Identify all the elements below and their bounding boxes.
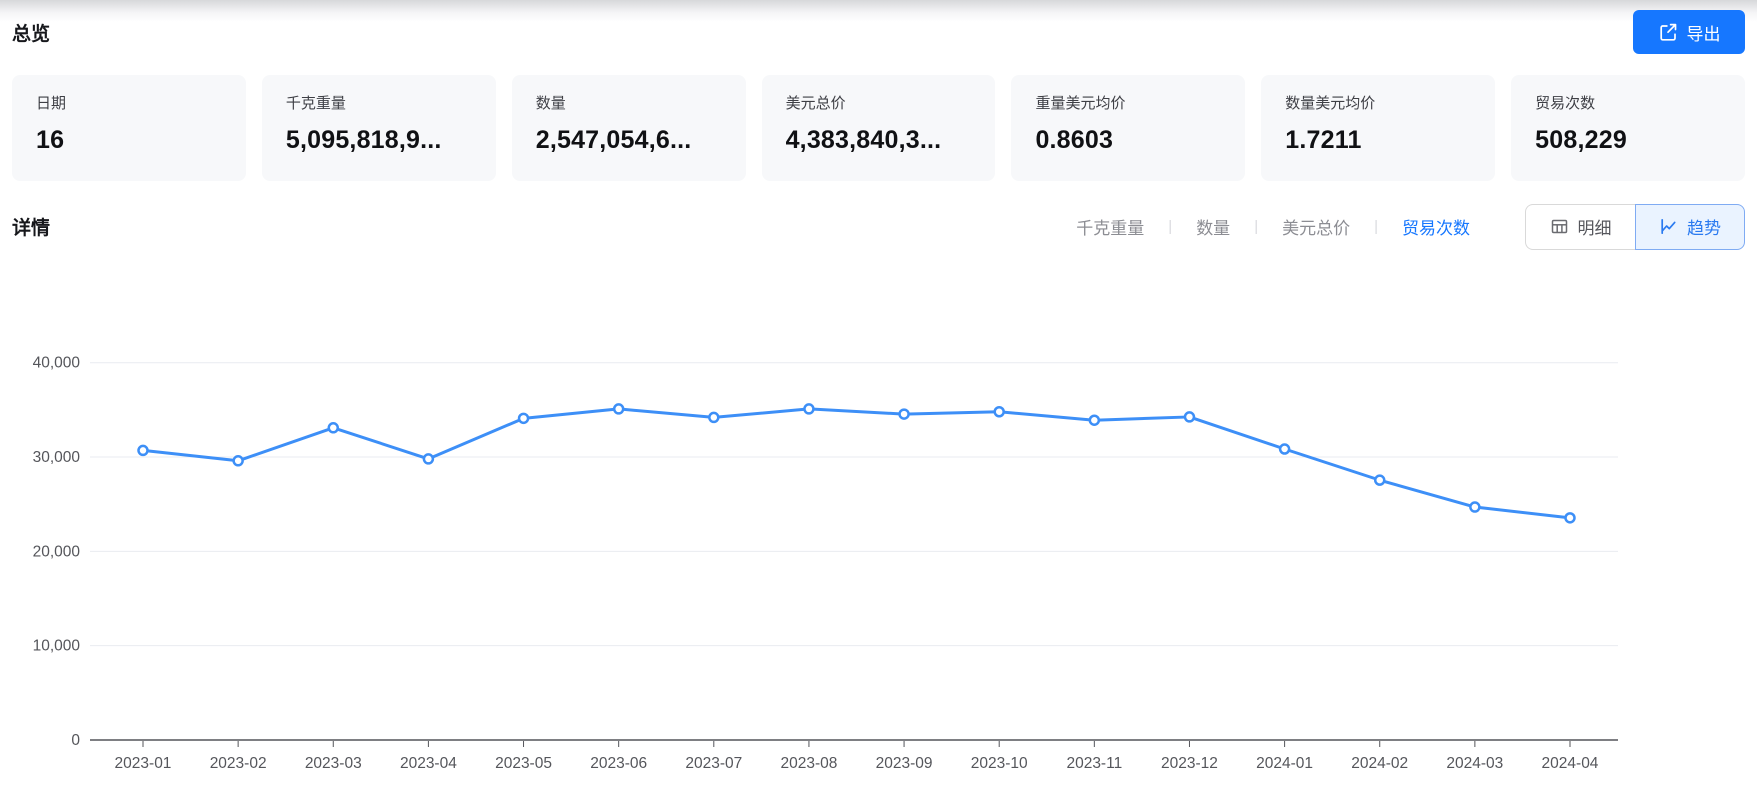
y-axis-label: 20,000 <box>33 543 81 560</box>
stat-card: 贸易次数 508,229 <box>1511 75 1745 181</box>
detail-header: 详情 千克重量 | 数量 | 美元总价 | 贸易次数 明细 <box>12 203 1745 250</box>
view-toggle-group: 明细 趋势 <box>1525 204 1745 250</box>
x-axis-label: 2023-10 <box>971 755 1028 772</box>
data-point <box>519 414 528 423</box>
data-point <box>614 404 623 413</box>
stat-card: 重量美元均价 0.8603 <box>1011 75 1245 181</box>
x-axis-label: 2024-01 <box>1256 755 1313 772</box>
x-axis-label: 2023-01 <box>115 755 172 772</box>
stat-card-label: 重量美元均价 <box>1035 92 1223 113</box>
stat-card-value: 1.7211 <box>1285 126 1473 155</box>
metric-tab-2[interactable]: 数量 <box>1196 214 1230 239</box>
y-axis-label: 40,000 <box>33 355 81 372</box>
x-axis-label: 2024-04 <box>1542 755 1599 772</box>
x-axis-label: 2023-12 <box>1161 755 1218 772</box>
data-point <box>139 446 148 455</box>
x-axis-label: 2023-04 <box>400 755 457 772</box>
stat-card: 数量美元均价 1.7211 <box>1261 75 1495 181</box>
data-point <box>1375 476 1384 485</box>
data-point <box>1566 513 1575 522</box>
y-axis-label: 0 <box>71 732 80 749</box>
export-icon <box>1658 22 1678 42</box>
page-header: 总览 导出 <box>0 0 1757 64</box>
trend-line <box>143 409 1570 518</box>
x-axis-label: 2023-05 <box>495 755 552 772</box>
trend-view-button[interactable]: 趋势 <box>1635 204 1745 250</box>
stat-card-label: 美元总价 <box>786 92 974 113</box>
export-button-label: 导出 <box>1687 20 1721 45</box>
page-title: 总览 <box>12 19 50 46</box>
y-axis-label: 30,000 <box>33 449 81 466</box>
detail-view-button[interactable]: 明细 <box>1525 204 1635 250</box>
stat-card: 千克重量 5,095,818,9... <box>262 75 496 181</box>
data-point <box>1470 503 1479 512</box>
stat-card-value: 2,547,054,6... <box>536 126 724 155</box>
line-chart-icon <box>1659 217 1678 236</box>
stat-card-label: 日期 <box>36 92 224 113</box>
stat-card-value: 4,383,840,3... <box>786 126 974 155</box>
x-axis-label: 2023-09 <box>876 755 933 772</box>
detail-title: 详情 <box>12 213 50 240</box>
data-point <box>900 410 909 419</box>
trend-line-chart: 0 10,000 20,000 30,000 40,000 2023-01 2023-02 2… <box>0 250 1757 781</box>
data-point <box>329 423 338 432</box>
metric-tab-separator: | <box>1374 218 1378 235</box>
data-point <box>234 456 243 465</box>
stat-card: 美元总价 4,383,840,3... <box>762 75 996 181</box>
data-point <box>709 413 718 422</box>
stat-card-value: 0.8603 <box>1035 126 1223 155</box>
metric-tabs: 千克重量 | 数量 | 美元总价 | 贸易次数 <box>1076 214 1470 239</box>
x-axis-label: 2023-11 <box>1066 755 1122 772</box>
x-axis-label: 2023-06 <box>590 755 647 772</box>
stat-card-value: 508,229 <box>1535 126 1723 155</box>
x-axis-label: 2023-02 <box>210 755 267 772</box>
stat-card-label: 贸易次数 <box>1535 92 1723 113</box>
table-icon <box>1550 217 1569 236</box>
x-axis-label: 2024-02 <box>1351 755 1408 772</box>
stat-card-label: 数量美元均价 <box>1285 92 1473 113</box>
data-point <box>424 454 433 463</box>
detail-controls: 千克重量 | 数量 | 美元总价 | 贸易次数 明细 <box>1076 204 1745 250</box>
data-point <box>1090 416 1099 425</box>
stat-card-value: 5,095,818,9... <box>286 126 474 155</box>
metric-tab-separator: | <box>1254 218 1258 235</box>
data-point <box>995 407 1004 416</box>
trend-view-label: 趋势 <box>1687 214 1721 239</box>
detail-view-label: 明细 <box>1578 214 1612 239</box>
export-button[interactable]: 导出 <box>1633 10 1745 54</box>
chart-canvas: 0 10,000 20,000 30,000 40,000 2023-01 2023-02 2… <box>0 250 1757 781</box>
x-axis-label: 2023-08 <box>780 755 837 772</box>
stat-card: 日期 16 <box>12 75 246 181</box>
x-axis-label: 2024-03 <box>1446 755 1503 772</box>
stat-card-value: 16 <box>36 126 224 155</box>
metric-tab-3[interactable]: 美元总价 <box>1282 214 1350 239</box>
x-axis-label: 2023-03 <box>305 755 362 772</box>
data-point <box>1185 412 1194 421</box>
data-point <box>1280 445 1289 454</box>
stat-card-label: 数量 <box>536 92 724 113</box>
x-axis-label: 2023-07 <box>685 755 742 772</box>
stat-card-label: 千克重量 <box>286 92 474 113</box>
stat-cards-row: 日期 16 千克重量 5,095,818,9... 数量 2,547,054,6... 美元… <box>12 75 1745 181</box>
metric-tab-1[interactable]: 千克重量 <box>1076 214 1144 239</box>
y-axis-label: 10,000 <box>33 638 81 655</box>
metric-tab-separator: | <box>1168 218 1172 235</box>
metric-tab-4[interactable]: 贸易次数 <box>1402 214 1470 239</box>
stat-card: 数量 2,547,054,6... <box>512 75 746 181</box>
data-point <box>804 404 813 413</box>
